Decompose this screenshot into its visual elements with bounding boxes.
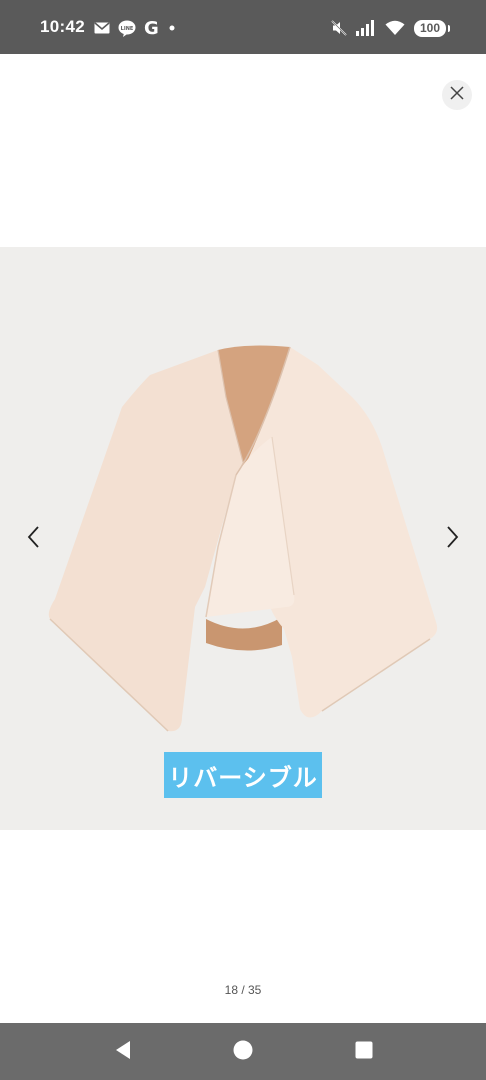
home-button[interactable] (232, 1040, 254, 1065)
system-nav-bar (0, 1023, 486, 1080)
google-icon: G (144, 17, 159, 39)
notification-icons: LINE G (94, 17, 177, 39)
mail-icon (94, 22, 110, 34)
chevron-left-icon (26, 525, 40, 554)
product-image (0, 247, 486, 830)
recents-icon (355, 1041, 373, 1064)
chevron-right-icon (446, 525, 460, 554)
home-icon (233, 1040, 253, 1065)
system-icons: 100 (331, 17, 450, 39)
battery-icon: 100 (414, 19, 450, 37)
signal-icon (356, 20, 376, 36)
wifi-icon (385, 20, 405, 36)
next-image-button[interactable] (441, 523, 465, 555)
back-icon (114, 1040, 132, 1065)
previous-image-button[interactable] (21, 523, 45, 555)
reversible-caption: リバーシブル (164, 752, 322, 798)
svg-text:LINE: LINE (121, 26, 134, 32)
page-counter: 18 / 35 (224, 983, 262, 997)
status-time: 10:42 (40, 17, 85, 36)
back-button[interactable] (112, 1040, 134, 1065)
line-icon: LINE (118, 20, 136, 37)
close-button[interactable] (442, 80, 472, 110)
status-bar: 10:42 LINE G 100 (0, 0, 486, 54)
reversible-cape-image (48, 345, 438, 732)
recents-button[interactable] (353, 1041, 375, 1063)
close-icon (450, 85, 464, 105)
dot-icon (167, 23, 177, 33)
mute-icon (331, 20, 347, 36)
